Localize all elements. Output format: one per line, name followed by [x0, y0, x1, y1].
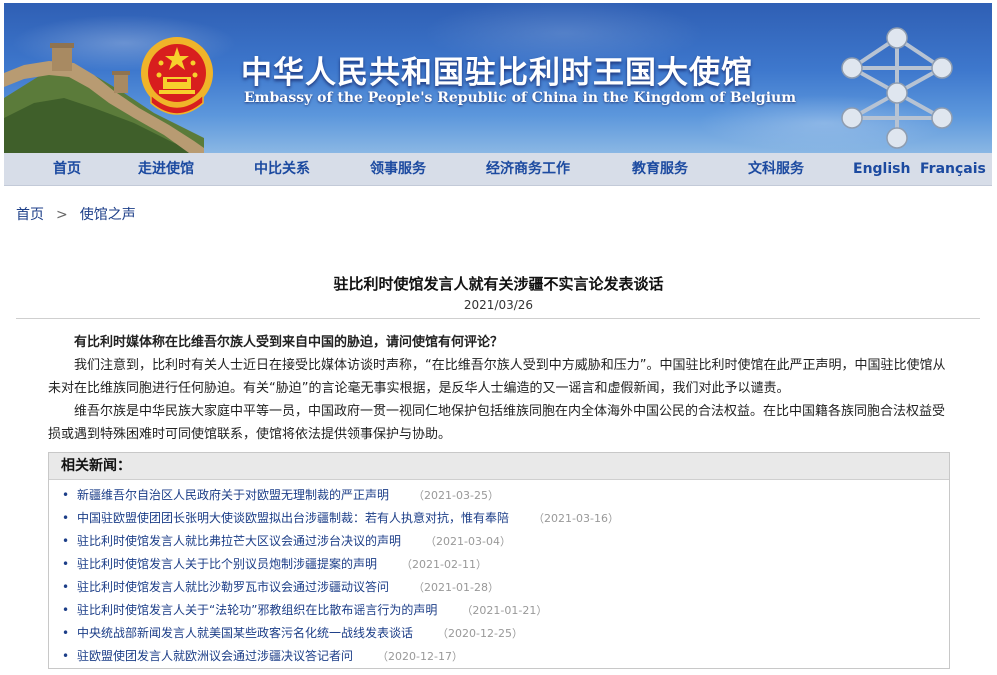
related-news-link[interactable]: 新疆维吾尔自治区人民政府关于对欧盟无理制裁的严正声明	[77, 488, 389, 502]
related-news-date: （2021-03-16）	[533, 512, 619, 525]
related-news-item: • 新疆维吾尔自治区人民政府关于对欧盟无理制裁的严正声明 （2021-03-25）	[49, 487, 949, 510]
bullet-icon: •	[62, 649, 70, 663]
related-news-date: （2021-03-25）	[413, 489, 499, 502]
related-news-item: • 驻比利时使馆发言人就比沙勒罗瓦市议会通过涉疆动议答问 （2021-01-28）	[49, 579, 949, 602]
nav-item-china-belgium-relations[interactable]: 中比关系	[254, 153, 310, 185]
bullet-icon: •	[62, 626, 70, 640]
related-news-item: • 中央统战部新闻发言人就美国某些政客污名化统一战线发表谈话 （2020-12-25…	[49, 625, 949, 648]
nav-item-francais[interactable]: Français	[920, 153, 986, 185]
related-news-link[interactable]: 驻比利时使馆发言人就比沙勒罗瓦市议会通过涉疆动议答问	[77, 580, 389, 594]
bullet-icon: •	[62, 580, 70, 594]
breadcrumb-separator: >	[56, 207, 68, 223]
bullet-icon: •	[62, 557, 70, 571]
nav-item-culture-services[interactable]: 文科服务	[748, 153, 804, 185]
nav-item-consular-services[interactable]: 领事服务	[370, 153, 426, 185]
related-news-link[interactable]: 驻比利时使馆发言人就比弗拉芒大区议会通过涉台决议的声明	[77, 534, 401, 548]
related-news-item: • 中国驻欧盟使团团长张明大使谈欧盟拟出台涉疆制裁：若有人执意对抗，惟有奉陪 （20…	[49, 510, 949, 533]
nav-item-english[interactable]: English	[853, 153, 910, 185]
related-news-date: （2021-03-04）	[425, 535, 511, 548]
related-news-date: （2021-01-21）	[461, 604, 548, 617]
related-news-list: • 新疆维吾尔自治区人民政府关于对欧盟无理制裁的严正声明 （2021-03-25） …	[49, 487, 949, 671]
article-date: 2021/03/26	[463, 298, 534, 312]
site-title-english: Embassy of the People's Republic of Chin…	[244, 90, 797, 106]
related-news-date: （2020-12-17）	[377, 650, 463, 663]
article-paragraph-1: 我们注意到，比利时有关人士近日在接受比媒体访谈时声称，“在比维吾尔族人受到中方威…	[48, 358, 946, 396]
related-news-link[interactable]: 驻比利时使馆发言人关于“法轮功”邪教组织在比散布谣言行为的声明	[77, 603, 437, 617]
breadcrumb-current[interactable]: 使馆之声	[80, 207, 136, 223]
atomium-image	[841, 27, 953, 149]
related-news-link[interactable]: 中央统战部新闻发言人就美国某些政客污名化统一战线发表谈话	[77, 626, 413, 640]
related-news-date: （2021-01-28）	[413, 581, 499, 594]
nav-item-about-embassy[interactable]: 走进使馆	[138, 153, 194, 185]
related-news-heading: 相关新闻：	[49, 453, 949, 480]
title-divider	[16, 318, 980, 319]
bullet-icon: •	[62, 511, 70, 525]
related-news-link[interactable]: 中国驻欧盟使团团长张明大使谈欧盟拟出台涉疆制裁：若有人执意对抗，惟有奉陪	[77, 511, 509, 525]
article-body: 有比利时媒体称在比维吾尔族人受到来自中国的胁迫，请问使馆有何评论？ 我们注意到，…	[48, 331, 950, 446]
nav-item-education-services[interactable]: 教育服务	[632, 153, 688, 185]
related-news-item: • 驻比利时使馆发言人关于比个别议员炮制涉疆提案的声明 （2021-02-11）	[49, 556, 949, 579]
related-news-item: • 驻比利时使馆发言人就比弗拉芒大区议会通过涉台决议的声明 （2021-03-04）	[49, 533, 949, 556]
bullet-icon: •	[62, 488, 70, 502]
related-news-item: • 驻比利时使馆发言人关于“法轮功”邪教组织在比散布谣言行为的声明 （2021-01…	[49, 602, 949, 625]
nav-item-economic-commercial[interactable]: 经济商务工作	[486, 153, 570, 185]
related-news-date: （2021-02-11）	[401, 558, 487, 571]
header-banner: 中华人民共和国驻比利时王国大使馆 Embassy of the People's…	[4, 3, 992, 153]
national-emblem-icon	[141, 37, 213, 115]
article-paragraph-2: 维吾尔族是中华民族大家庭中平等一员，中国政府一贯一视同仁地保护包括维族同胞在内全…	[48, 404, 946, 442]
related-news-link[interactable]: 驻比利时使馆发言人关于比个别议员炮制涉疆提案的声明	[77, 557, 377, 571]
related-news-link[interactable]: 驻欧盟使团发言人就欧洲议会通过涉疆决议答记者问	[77, 649, 353, 663]
breadcrumb-home[interactable]: 首页	[16, 207, 44, 223]
article-question: 有比利时媒体称在比维吾尔族人受到来自中国的胁迫，请问使馆有何评论？	[74, 335, 504, 350]
site-title-chinese: 中华人民共和国驻比利时王国大使馆	[241, 55, 753, 91]
related-news-date: （2020-12-25）	[437, 627, 523, 640]
nav-item-home[interactable]: 首页	[53, 153, 81, 185]
article-title: 驻比利时使馆发言人就有关涉疆不实言论发表谈话	[333, 275, 664, 293]
breadcrumb: 首页 > 使馆之声	[16, 204, 136, 224]
bullet-icon: •	[62, 603, 70, 617]
main-nav: 首页 走进使馆 中比关系 领事服务 经济商务工作 教育服务 文科服务 Engli…	[4, 153, 992, 186]
related-news-box: 相关新闻： • 新疆维吾尔自治区人民政府关于对欧盟无理制裁的严正声明 （2021-0…	[48, 452, 950, 669]
related-news-item: • 驻欧盟使团发言人就欧洲议会通过涉疆决议答记者问 （2020-12-17）	[49, 648, 949, 671]
bullet-icon: •	[62, 534, 70, 548]
